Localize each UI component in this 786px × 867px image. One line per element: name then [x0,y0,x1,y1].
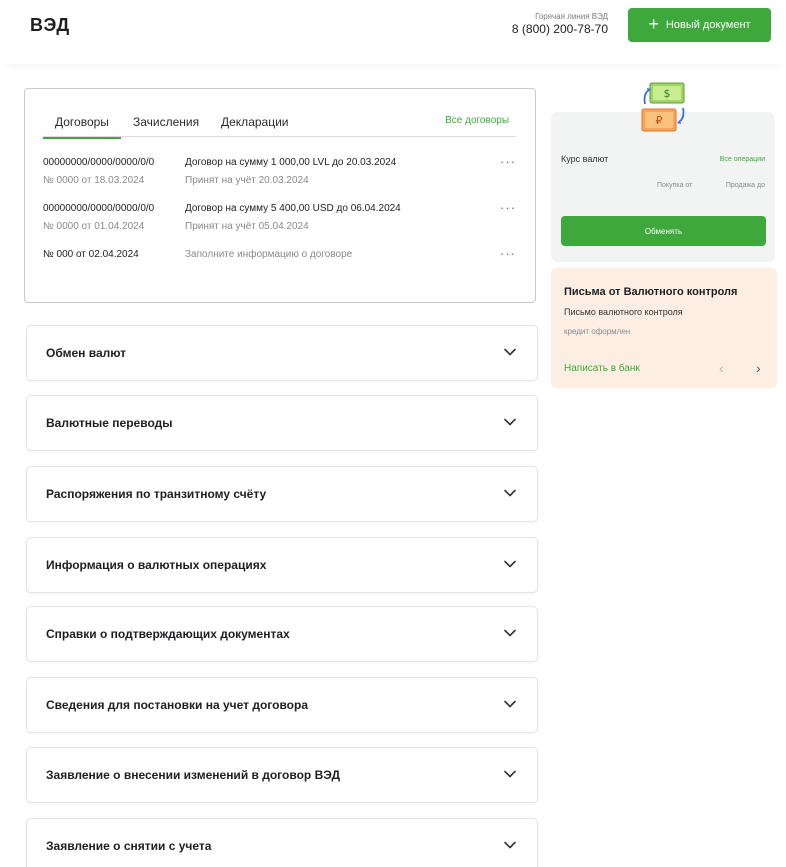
letters-subtitle: Письмо валютного контроля [564,307,683,317]
contract-id: 00000000/0000/0000/0/0 [43,203,155,214]
more-dots-icon[interactable]: ··· [500,246,516,261]
hotline: Горячая линия ВЭД 8 (800) 200-78-70 [512,12,608,36]
chevron-down-icon [504,418,516,426]
tab-contracts[interactable]: Договоры [43,115,121,139]
tab-declarations[interactable]: Декларации [221,115,289,137]
currency-exchange-illustration: $ ₽ [641,82,685,132]
letters-title: Письма от Валютного контроля [564,286,738,298]
section-currency-exchange[interactable]: Обмен валют [26,325,538,381]
contract-description: Договор на сумму 5 400,00 USD до 06.04.2… [185,203,401,214]
chevron-down-icon [504,629,516,637]
all-operations-link[interactable]: Все операции [720,156,765,163]
contract-description: Заполните информацию о договоре [185,249,353,260]
tab-credits[interactable]: Зачисления [133,115,199,137]
section-title: Справки о подтверждающих документах [46,627,290,641]
chevron-down-icon [504,770,516,778]
more-dots-icon[interactable]: ··· [500,154,516,169]
section-title: Заявление о снятии с учета [46,839,212,853]
more-dots-icon[interactable]: ··· [500,200,516,215]
chevron-down-icon [504,841,516,849]
contract-description: Договор на сумму 1 000,00 LVL до 20.03.2… [185,157,397,168]
contract-number: № 0000 от 01.04.2024 [43,221,145,232]
section-title: Сведения для постановки на учет договора [46,698,308,712]
contract-id: № 000 от 02.04.2024 [43,249,139,260]
contract-status: Принят на учёт 05.04.2024 [185,221,309,232]
section-supporting-docs-certificates[interactable]: Справки о подтверждающих документах [26,606,538,662]
chevron-down-icon [504,348,516,356]
contract-id: 00000000/0000/0000/0/0 [43,157,155,168]
section-title: Информация о валютных операциях [46,558,267,572]
hotline-label: Горячая линия ВЭД [535,12,608,21]
top-header: ВЭД Горячая линия ВЭД 8 (800) 200-78-70 … [0,0,786,64]
buy-label: Покупка от [657,182,693,189]
section-currency-operations-info[interactable]: Информация о валютных операциях [26,537,538,593]
contracts-card: Договоры Зачисления Декларации Все догов… [24,88,536,303]
new-document-button[interactable]: + Новый документ [628,8,771,42]
chevron-left-icon[interactable]: ‹ [719,360,724,376]
contract-number: № 0000 от 18.03.2024 [43,175,145,186]
section-title: Заявление о внесении изменений в договор… [46,768,341,782]
chevron-down-icon [504,700,516,708]
rates-title: Курс валют [561,154,609,164]
section-contract-changes[interactable]: Заявление о внесении изменений в договор… [26,747,538,803]
chevron-down-icon [504,560,516,568]
section-title: Распоряжения по транзитному счёту [46,487,267,501]
section-title: Обмен валют [46,346,127,360]
page-title: ВЭД [30,15,70,35]
sell-label: Продажа до [725,182,765,189]
new-document-label: Новый документ [665,19,751,31]
all-contracts-link[interactable]: Все договоры [445,115,509,126]
svg-text:₽: ₽ [656,114,663,127]
currency-control-letters-card: Письма от Валютного контроля Письмо валю… [551,268,777,388]
section-currency-transfers[interactable]: Валютные переводы [26,395,538,451]
chevron-down-icon [504,489,516,497]
section-contract-registration[interactable]: Сведения для постановки на учет договора [26,677,538,733]
plus-icon: + [648,14,659,34]
section-transit-account-orders[interactable]: Распоряжения по транзитному счёту [26,466,538,522]
section-deregistration[interactable]: Заявление о снятии с учета [26,818,538,867]
chevron-right-icon[interactable]: › [756,360,761,376]
svg-text:$: $ [664,87,671,100]
contract-status: Принят на учёт 20.03.2024 [185,175,309,186]
letters-status: кредит оформлен [564,327,631,336]
write-to-bank-link[interactable]: Написать в банк [564,363,640,374]
exchange-button[interactable]: Обменять [561,216,766,246]
hotline-phone[interactable]: 8 (800) 200-78-70 [512,22,608,36]
section-title: Валютные переводы [46,416,173,430]
